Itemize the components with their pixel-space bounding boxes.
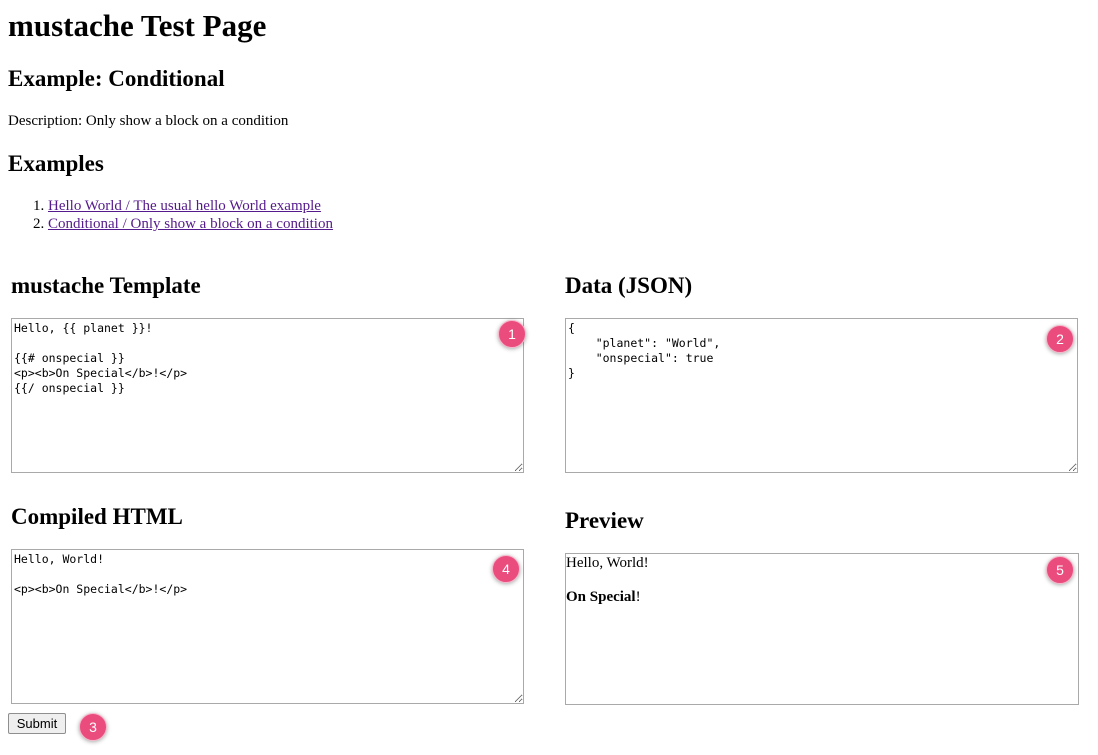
annotation-badge: 5 — [1046, 556, 1074, 584]
data-json-editor[interactable]: { "planet": "World", "onspecial": true } — [565, 318, 1078, 473]
list-item: Hello World / The usual hello World exam… — [48, 197, 333, 215]
example-link-conditional[interactable]: Conditional / Only show a block on a con… — [48, 216, 333, 232]
preview-special: On Special! — [566, 588, 1078, 606]
submit-button[interactable]: Submit — [8, 713, 66, 734]
compiled-heading: Compiled HTML — [11, 504, 183, 529]
example-link-hello-world[interactable]: Hello World / The usual hello World exam… — [48, 198, 321, 214]
compiled-html-output[interactable]: Hello, World! <p><b>On Special</b>!</p> — [11, 549, 524, 704]
example-description: Description: Only show a block on a cond… — [8, 113, 289, 129]
examples-heading: Examples — [8, 151, 104, 176]
preview-bold-text: On Special — [566, 589, 636, 605]
annotation-badge: 2 — [1046, 325, 1074, 353]
preview-bold-suffix: ! — [635, 589, 641, 605]
example-heading: Example: Conditional — [8, 66, 225, 91]
annotation-badge: 3 — [79, 713, 107, 741]
data-heading: Data (JSON) — [565, 273, 693, 298]
examples-list: Hello World / The usual hello World exam… — [8, 197, 333, 233]
preview-pane: Hello, World! On Special! — [565, 553, 1079, 705]
template-editor[interactable]: Hello, {{ planet }}! {{# onspecial }} <p… — [11, 318, 524, 473]
annotation-badge: 1 — [498, 320, 526, 348]
preview-line: Hello, World! — [566, 555, 649, 571]
annotation-badge: 4 — [492, 555, 520, 583]
list-item: Conditional / Only show a block on a con… — [48, 215, 333, 233]
preview-heading: Preview — [565, 508, 644, 533]
page-title: mustache Test Page — [8, 8, 267, 43]
template-heading: mustache Template — [11, 273, 201, 298]
